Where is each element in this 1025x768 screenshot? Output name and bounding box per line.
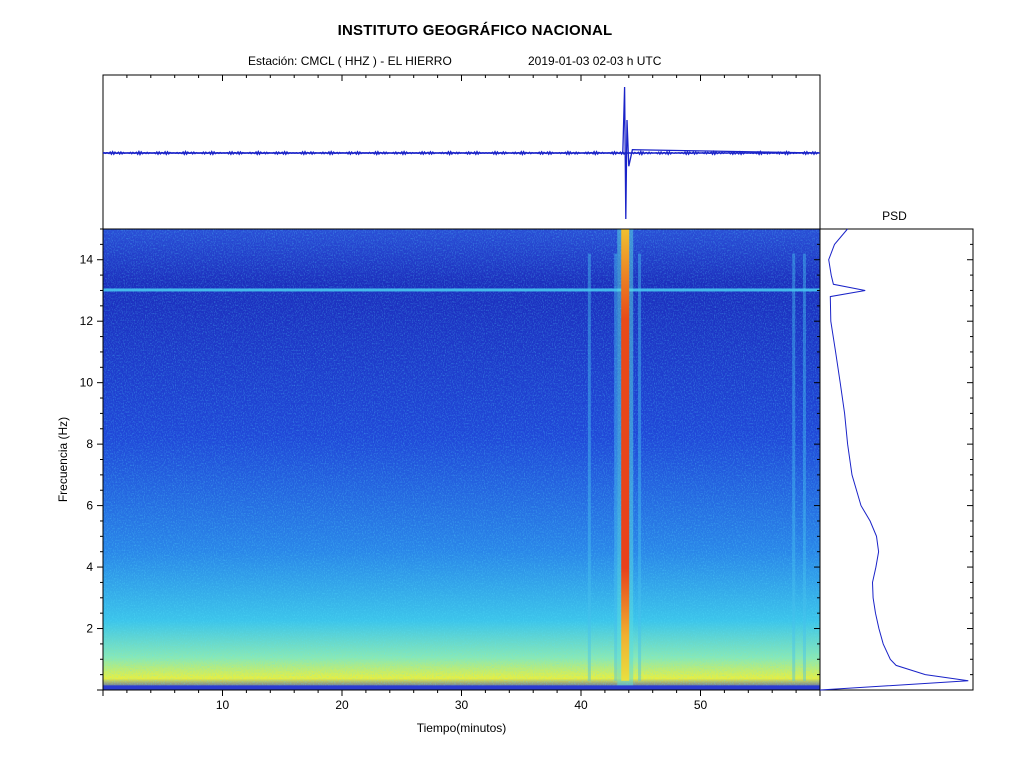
spectrogram-streak	[792, 253, 796, 681]
y-axis-label: Frecuencia (Hz)	[56, 417, 70, 502]
y-tick-label: 10	[80, 376, 94, 390]
spectrogram-streak	[614, 253, 618, 681]
x-tick-label: 40	[574, 698, 588, 712]
spectrogram-streak	[802, 253, 806, 681]
seismic-figure: 10 20 30 40 50 2 4 6 8 10 12 14 Tiempo(minutos) Frecu…	[56, 74, 974, 735]
x-tick-label: 20	[335, 698, 349, 712]
y-tick-label: 14	[80, 253, 94, 267]
event-column	[621, 229, 630, 681]
y-tick-label: 12	[80, 314, 94, 328]
psd-frame	[819, 228, 974, 691]
psd-title: PSD	[882, 209, 907, 223]
spectrogram-streak	[587, 253, 591, 681]
x-axis-label: Tiempo(minutos)	[417, 721, 507, 735]
spectrogram-noise	[103, 229, 820, 690]
x-tick-label: 30	[455, 698, 469, 712]
spectrogram-streak	[638, 253, 642, 681]
y-tick-label: 8	[86, 437, 93, 451]
spectrogram-plot	[103, 229, 820, 690]
x-tick-label: 50	[694, 698, 708, 712]
y-tick-label: 4	[86, 560, 93, 574]
x-tick-label: 10	[216, 698, 230, 712]
seismogram-frame	[102, 74, 821, 230]
low-band	[103, 685, 820, 690]
y-tick-label: 6	[86, 499, 93, 513]
noise-line-13hz	[103, 288, 820, 292]
y-tick-label: 2	[86, 622, 93, 636]
